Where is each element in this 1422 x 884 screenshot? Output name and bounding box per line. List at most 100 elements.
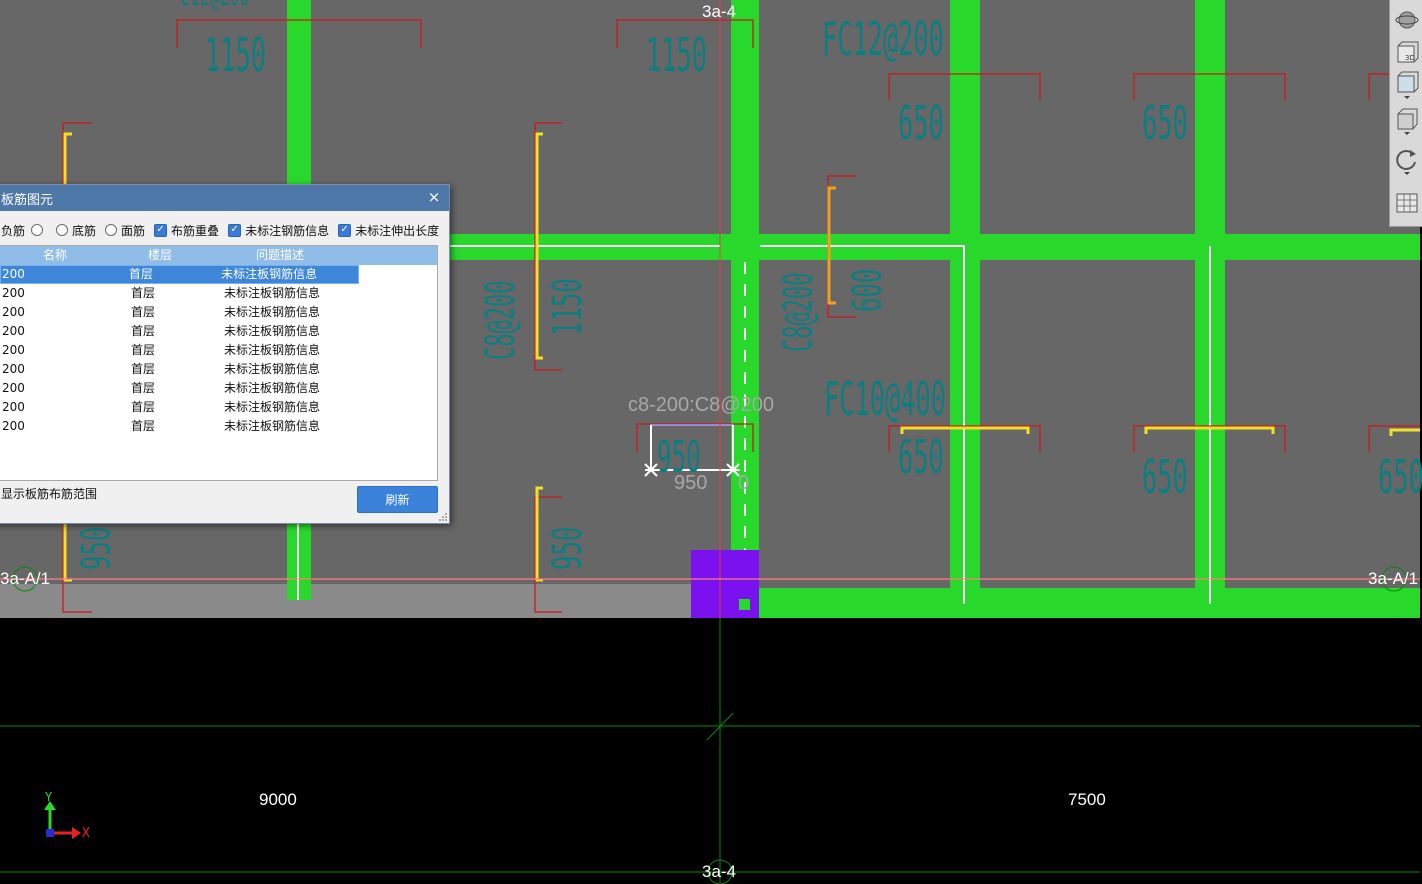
annotation-650-2: 650 bbox=[1142, 96, 1188, 150]
cell-floor: 首层 bbox=[130, 305, 155, 319]
rebar-check-dialog: 板筋图元 × 负筋 底筋 面筋 ✓ 布筋重叠 ✓ 未标注钢筋信息 ✓ 未标注伸出长度 名称 楼层… bbox=[0, 184, 450, 524]
coordinate-axes-icon bbox=[44, 801, 81, 839]
annotation-600: 600 bbox=[845, 268, 891, 312]
slab-edge-strip bbox=[0, 584, 692, 618]
cell-name: 200 bbox=[2, 400, 25, 414]
show-range-option[interactable]: 显示板筋布筋范围 bbox=[1, 485, 97, 502]
resize-grip-icon[interactable] bbox=[439, 513, 447, 521]
option-2[interactable]: 面筋 bbox=[105, 222, 145, 239]
cell-name: 200 bbox=[2, 324, 25, 338]
annotation-fc10: FC10@400 bbox=[824, 372, 946, 426]
option-label: 布筋重叠 bbox=[171, 223, 220, 238]
cell-issue: 未标注板钢筋信息 bbox=[224, 419, 321, 433]
annotation-950-left: 950 bbox=[74, 526, 120, 570]
table-row[interactable]: 200 首层 未标注板钢筋信息 bbox=[0, 360, 437, 379]
radio-button[interactable] bbox=[31, 224, 44, 236]
cell-issue: 未标注板钢筋信息 bbox=[224, 381, 321, 395]
annotation-c8-vertical: C8@200 bbox=[478, 280, 524, 360]
table-row[interactable]: 200 首层 未标注板钢筋信息 bbox=[0, 379, 437, 398]
cell-name: 200 bbox=[2, 381, 25, 395]
checkbox-checked-icon[interactable]: ✓ bbox=[154, 223, 168, 237]
option-4[interactable]: ✓ 未标注钢筋信息 bbox=[228, 222, 329, 239]
cell-issue: 未标注板钢筋信息 bbox=[224, 400, 321, 414]
option-3[interactable]: ✓ 布筋重叠 bbox=[154, 222, 219, 239]
cell-name: 200 bbox=[2, 362, 25, 376]
dimension-7500: 7500 bbox=[1068, 790, 1106, 809]
3d-view-icon[interactable]: 3D bbox=[1394, 38, 1419, 68]
table-row[interactable]: 200 首层 未标注板钢筋信息 bbox=[0, 303, 437, 322]
annotation-950-mid: 950 bbox=[545, 526, 591, 570]
axis-label-right: 3a-A/1 bbox=[1368, 569, 1419, 588]
grip-point[interactable] bbox=[739, 599, 750, 610]
table-row[interactable]: 200 首层 未标注板钢筋信息 bbox=[0, 284, 437, 303]
option-label: 底筋 bbox=[72, 223, 97, 238]
coord-y-label: Y bbox=[45, 790, 53, 804]
cell-issue: 未标注板钢筋信息 bbox=[224, 343, 321, 357]
cell-issue: 未标注板钢筋信息 bbox=[224, 324, 321, 338]
annotation-650-3: 650 bbox=[898, 430, 944, 484]
cell-floor: 首层 bbox=[128, 267, 153, 281]
annotation-c8-vertical-2: C8@200 bbox=[776, 272, 822, 352]
cell-floor: 首层 bbox=[130, 362, 155, 376]
coord-x-label: X bbox=[82, 826, 90, 841]
cell-floor: 首层 bbox=[130, 381, 155, 395]
option-5[interactable]: ✓ 未标注伸出长度 bbox=[338, 222, 439, 239]
table-row[interactable]: 200 首层 未标注板钢筋信息 bbox=[0, 398, 437, 417]
view-toolbar: 3D bbox=[1389, 0, 1422, 227]
option-label: 面筋 bbox=[121, 223, 146, 238]
cell-issue: 未标注板钢筋信息 bbox=[224, 286, 321, 300]
table-row[interactable]: 200 首层 未标注板钢筋信息 bbox=[0, 322, 437, 341]
filter-options: 负筋 底筋 面筋 ✓ 布筋重叠 ✓ 未标注钢筋信息 ✓ 未标注伸出长度 bbox=[0, 221, 448, 239]
checkbox-checked-icon[interactable]: ✓ bbox=[228, 223, 242, 237]
table-row[interactable]: 200 首层 未标注板钢筋信息 bbox=[0, 417, 437, 436]
annotation-top-left-partial: C12@200 bbox=[180, 0, 250, 13]
option-label: 未标注伸出长度 bbox=[355, 223, 440, 238]
option-label: 负筋 bbox=[1, 223, 26, 238]
rebar-extension-label: 0 bbox=[738, 472, 750, 494]
rebar-info-label: c8-200:C8@200 bbox=[628, 394, 774, 416]
cell-floor: 首层 bbox=[130, 419, 155, 433]
rotate-icon[interactable] bbox=[1394, 146, 1419, 176]
annotation-650-5: 650 bbox=[1378, 450, 1422, 504]
annotation-650-1: 650 bbox=[898, 96, 944, 150]
table-row[interactable]: 200 首层 未标注板钢筋信息 bbox=[0, 341, 437, 360]
rebar-length-label: 950 bbox=[674, 472, 708, 494]
cell-floor: 首层 bbox=[130, 324, 155, 338]
dialog-title: 板筋图元 bbox=[1, 192, 54, 208]
column-header-issue[interactable]: 问题描述 bbox=[210, 246, 350, 265]
cell-name: 200 bbox=[2, 419, 25, 433]
column-header-floor[interactable]: 楼层 bbox=[110, 246, 210, 265]
checkbox-checked-icon[interactable]: ✓ bbox=[338, 223, 352, 237]
grip-point-top[interactable] bbox=[740, 242, 750, 252]
side-view-icon[interactable] bbox=[1394, 106, 1419, 136]
refresh-button[interactable]: 刷新 bbox=[357, 486, 438, 513]
issue-table[interactable]: 名称 楼层 问题描述 200 首层 未标注板钢筋信息 200 首层 未标注板钢筋信息 200… bbox=[0, 245, 438, 481]
table-row[interactable]: 200 首层 未标注板钢筋信息 bbox=[0, 265, 359, 284]
cell-issue: 未标注板钢筋信息 bbox=[224, 362, 321, 376]
close-icon[interactable]: × bbox=[426, 189, 442, 205]
annotation-1150-vertical: 1150 bbox=[545, 278, 591, 336]
annotation-fc12: FC12@200 bbox=[822, 12, 944, 66]
table-header: 名称 楼层 问题描述 bbox=[0, 246, 437, 265]
dimension-9000: 9000 bbox=[259, 790, 297, 809]
axis-label-left: 3a-A/1 bbox=[0, 569, 51, 588]
radio-button[interactable] bbox=[105, 224, 118, 236]
axis-label-top: 3a-4 bbox=[702, 2, 737, 21]
annotation-1150-mid: 1150 bbox=[646, 28, 707, 82]
dialog-titlebar[interactable]: 板筋图元 bbox=[0, 185, 449, 211]
radio-button[interactable] bbox=[56, 224, 69, 236]
option-0[interactable]: 负筋 bbox=[1, 222, 47, 239]
top-view-icon[interactable] bbox=[1394, 70, 1419, 100]
table-body: 200 首层 未标注板钢筋信息 200 首层 未标注板钢筋信息 200 首层 未标注板钢筋信息 2… bbox=[0, 265, 437, 436]
cell-floor: 首层 bbox=[130, 286, 155, 300]
sphere-view-icon[interactable] bbox=[1394, 4, 1419, 34]
grid-view-icon[interactable] bbox=[1394, 188, 1419, 218]
option-1[interactable]: 底筋 bbox=[56, 222, 96, 239]
cell-name: 200 bbox=[2, 286, 25, 300]
column-header-name[interactable]: 名称 bbox=[0, 246, 110, 265]
cell-issue: 未标注板钢筋信息 bbox=[224, 305, 321, 319]
cell-name: 200 bbox=[2, 305, 25, 319]
cell-issue: 未标注板钢筋信息 bbox=[221, 267, 318, 281]
cell-floor: 首层 bbox=[130, 400, 155, 414]
axis-label-bottom: 3a-4 bbox=[702, 862, 737, 881]
